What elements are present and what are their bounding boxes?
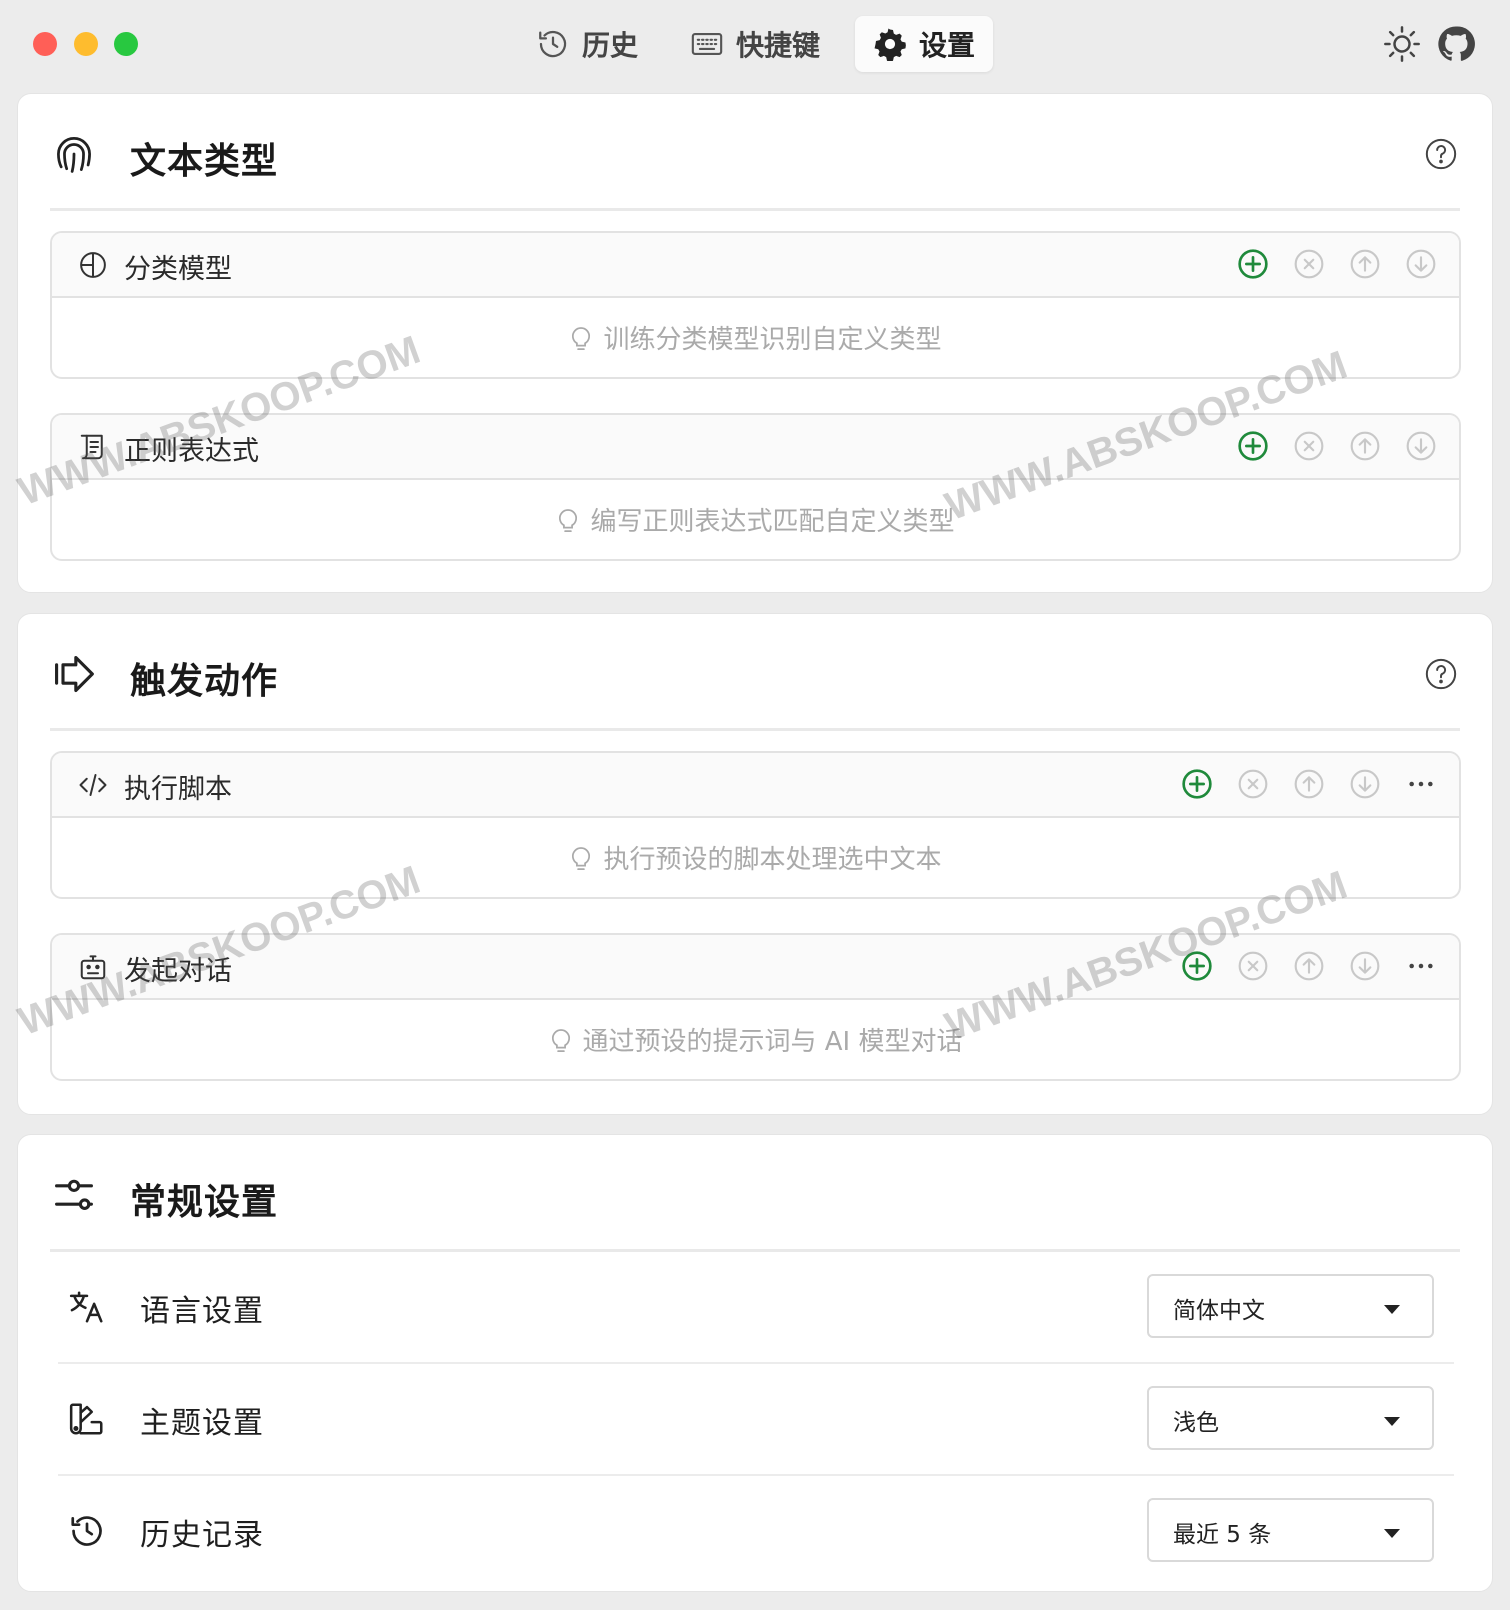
panel-empty-hint: 执行预设的脚本处理选中文本: [52, 818, 1459, 897]
panel-empty-hint: 训练分类模型识别自定义类型: [52, 298, 1459, 377]
theme-icon: [69, 1403, 103, 1435]
sun-icon[interactable]: [1382, 24, 1422, 64]
history-setting-row: 历史记录 最近 5 条: [58, 1476, 1454, 1588]
start-chat-panel: 发起对话 通过预设的提示词与 AI 模型对话: [50, 933, 1461, 1081]
title-bar: 历史 快捷键 设置: [0, 0, 1510, 88]
classification-model-panel: 分类模型 训练分类模型识别自定义类型: [50, 231, 1461, 379]
add-icon[interactable]: [1237, 430, 1269, 462]
move-up-icon[interactable]: [1349, 248, 1381, 280]
general-title: 常规设置: [130, 1182, 279, 1223]
text-types-title: 文本类型: [130, 141, 279, 182]
trigger-arrow-icon: [55, 655, 94, 693]
tab-shortcuts[interactable]: 快捷键: [672, 16, 838, 72]
move-up-icon[interactable]: [1293, 768, 1325, 800]
sliders-icon: [55, 1179, 93, 1210]
translate-icon: [69, 1291, 103, 1323]
gear-icon: [874, 28, 906, 61]
actions-title: 触发动作: [130, 661, 279, 702]
move-up-icon[interactable]: [1293, 950, 1325, 982]
history-icon: [71, 1516, 102, 1546]
add-icon[interactable]: [1181, 950, 1213, 982]
lightbulb-icon: [551, 1028, 570, 1052]
keyboard-icon: [691, 33, 723, 55]
actions-header: 触发动作: [50, 614, 1460, 731]
more-icon[interactable]: [1405, 950, 1437, 982]
language-select[interactable]: 简体中文: [1147, 1274, 1434, 1338]
hint-text: 通过预设的提示词与 AI 模型对话: [582, 1027, 963, 1057]
lightbulb-icon: [572, 326, 591, 350]
bot-icon: [80, 955, 106, 980]
theme-select-value: 浅色: [1173, 1410, 1219, 1436]
panel-title: 执行脚本: [124, 774, 232, 805]
history-select[interactable]: 最近 5 条: [1147, 1498, 1434, 1562]
panel-header: 分类模型: [52, 233, 1459, 298]
chevron-down-icon: [1384, 1529, 1400, 1538]
hint-text: 执行预设的脚本处理选中文本: [603, 845, 942, 875]
text-types-card: 文本类型 分类模型 训练分类模型识别自定义类型 正则表达式 编写正则表达式匹配自…: [17, 93, 1493, 593]
fingerprint-icon: [57, 137, 91, 173]
chevron-down-icon: [1384, 1305, 1400, 1314]
help-icon[interactable]: [1424, 657, 1458, 691]
panel-empty-hint: 编写正则表达式匹配自定义类型: [52, 480, 1459, 559]
close-window-button[interactable]: [33, 32, 57, 56]
remove-icon[interactable]: [1237, 950, 1269, 982]
remove-icon[interactable]: [1293, 430, 1325, 462]
general-header: 常规设置: [50, 1135, 1460, 1252]
hint-text: 训练分类模型识别自定义类型: [603, 325, 942, 355]
language-select-value: 简体中文: [1173, 1298, 1265, 1324]
move-down-icon[interactable]: [1405, 430, 1437, 462]
theme-label: 主题设置: [140, 1406, 264, 1441]
actions-card: 触发动作 执行脚本 执行预设的脚本处理选中文本 发起对话 通过预设的提示词与 A…: [17, 613, 1493, 1115]
zoom-window-button[interactable]: [114, 32, 138, 56]
more-icon[interactable]: [1405, 768, 1437, 800]
panel-title: 分类模型: [124, 254, 232, 285]
lightbulb-icon: [559, 508, 578, 532]
history-label: 历史记录: [140, 1518, 264, 1553]
panel-empty-hint: 通过预设的提示词与 AI 模型对话: [52, 1000, 1459, 1079]
add-icon[interactable]: [1237, 248, 1269, 280]
move-up-icon[interactable]: [1349, 430, 1381, 462]
language-label: 语言设置: [140, 1294, 264, 1329]
script-icon: [80, 434, 103, 460]
help-icon[interactable]: [1424, 137, 1458, 171]
tab-history-label: 历史: [582, 29, 639, 62]
remove-icon[interactable]: [1293, 248, 1325, 280]
move-down-icon[interactable]: [1349, 950, 1381, 982]
regex-panel: 正则表达式 编写正则表达式匹配自定义类型: [50, 413, 1461, 561]
language-setting-row: 语言设置 简体中文: [58, 1252, 1454, 1364]
github-icon[interactable]: [1436, 24, 1476, 64]
chevron-down-icon: [1384, 1417, 1400, 1426]
panel-header: 正则表达式: [52, 415, 1459, 480]
lightbulb-icon: [572, 846, 591, 870]
theme-setting-row: 主题设置 浅色: [58, 1364, 1454, 1476]
theme-select[interactable]: 浅色: [1147, 1386, 1434, 1450]
add-icon[interactable]: [1181, 768, 1213, 800]
run-script-panel: 执行脚本 执行预设的脚本处理选中文本: [50, 751, 1461, 899]
panel-title: 正则表达式: [124, 436, 259, 467]
history-icon: [539, 30, 567, 58]
general-settings-card: 常规设置 语言设置 简体中文 主题设置 浅色 历史记录 最近 5 条: [17, 1134, 1493, 1592]
history-select-value: 最近 5 条: [1173, 1522, 1272, 1548]
tab-settings[interactable]: 设置: [855, 16, 994, 72]
minimize-window-button[interactable]: [74, 32, 98, 56]
hint-text: 编写正则表达式匹配自定义类型: [590, 507, 955, 537]
tab-shortcuts-label: 快捷键: [736, 29, 821, 62]
tab-settings-label: 设置: [919, 29, 976, 62]
remove-icon[interactable]: [1237, 768, 1269, 800]
tab-history[interactable]: 历史: [518, 16, 656, 72]
text-types-header: 文本类型: [50, 94, 1460, 211]
move-down-icon[interactable]: [1349, 768, 1381, 800]
panel-header: 执行脚本: [52, 753, 1459, 818]
panel-title: 发起对话: [124, 956, 232, 987]
panel-header: 发起对话: [52, 935, 1459, 1000]
move-down-icon[interactable]: [1405, 248, 1437, 280]
code-icon: [79, 774, 107, 796]
model-icon: [80, 252, 106, 278]
